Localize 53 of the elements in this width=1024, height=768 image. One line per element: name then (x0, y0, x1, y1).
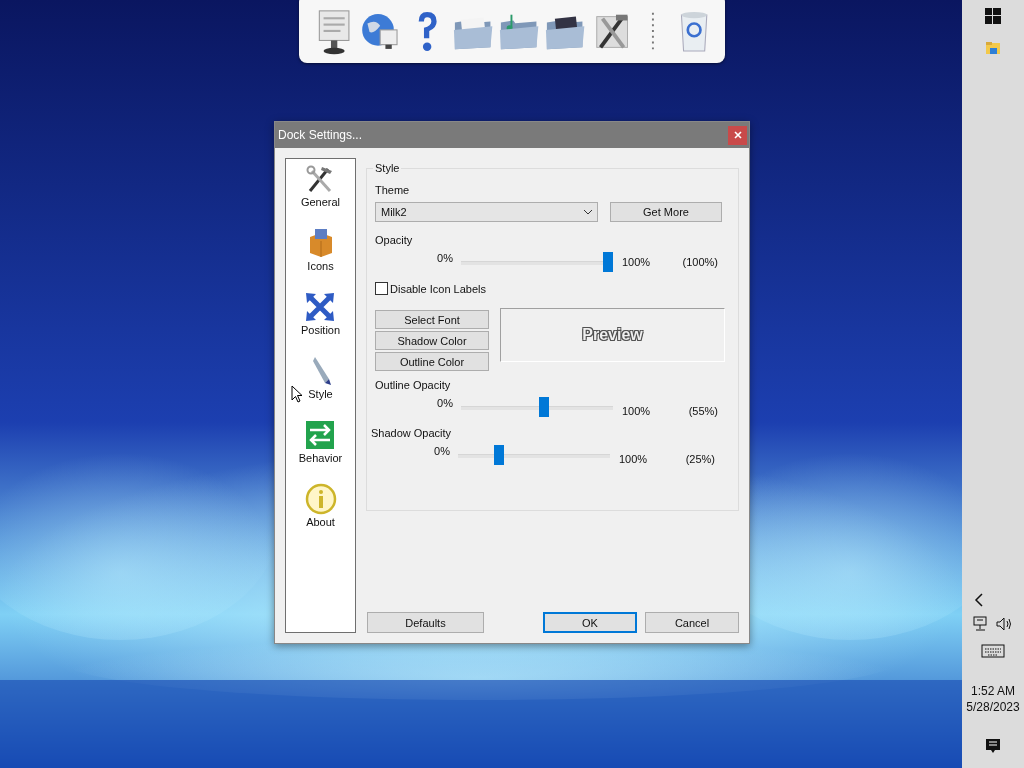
category-label[interactable]: Position (300, 324, 341, 336)
theme-label: Theme (375, 184, 411, 196)
checkbox-label: Disable Icon Labels (390, 282, 486, 295)
window-title: Dock Settings... (278, 128, 363, 142)
slider-max-label: 100% (619, 452, 649, 465)
clock-date[interactable]: 5/28/2023 (966, 700, 1020, 714)
keyboard-icon[interactable] (981, 644, 1005, 658)
opacity-slider[interactable] (461, 252, 613, 272)
font-option-button[interactable]: Shadow Color (375, 331, 489, 350)
category-label[interactable]: About (306, 516, 335, 528)
checkbox[interactable] (375, 282, 388, 295)
chevron-down-icon (583, 209, 593, 215)
speaker-icon[interactable] (995, 616, 1013, 632)
swap-arrows-icon[interactable] (304, 419, 337, 451)
info-icon[interactable] (304, 483, 337, 515)
slider-value: (25%) (684, 452, 715, 465)
dialog-button[interactable]: Cancel (645, 612, 739, 633)
slider-min-label: 0% (433, 444, 450, 457)
folder-icon[interactable] (985, 40, 1001, 56)
chevron-left-icon[interactable] (974, 593, 984, 607)
font-option-button[interactable]: Select Font (375, 310, 489, 329)
opacity-slider[interactable] (461, 397, 613, 417)
category-label[interactable]: Behavior (298, 452, 343, 464)
slider-max-label: 100% (622, 404, 652, 417)
font-option-button[interactable]: Outline Color (375, 352, 489, 371)
slider-thumb[interactable] (493, 445, 504, 465)
dialog-button[interactable]: Defaults (367, 612, 484, 633)
get-more-button[interactable]: Get More (610, 202, 722, 222)
slider-label: Outline Opacity (375, 379, 452, 391)
slider-thumb[interactable] (539, 397, 550, 417)
mouse-cursor-icon (290, 385, 303, 403)
slider-value: (100%) (681, 256, 718, 268)
theme-dropdown[interactable]: Milk2 (375, 202, 598, 222)
group-legend: Style (373, 162, 402, 174)
category-label[interactable]: General (300, 196, 341, 208)
slider-label: Opacity (375, 234, 414, 246)
slider-min-label: 0% (436, 251, 453, 264)
slider-thumb[interactable] (603, 252, 613, 272)
slider-value: (55%) (687, 404, 718, 417)
notification-icon[interactable] (985, 738, 1001, 754)
windows-logo-icon[interactable] (985, 8, 1001, 24)
close-button[interactable] (728, 125, 747, 145)
close-icon (733, 131, 742, 139)
dialog-button[interactable]: OK (543, 612, 637, 633)
clock-time[interactable]: 1:52 AM (971, 684, 1015, 698)
category-label[interactable]: Icons (307, 260, 334, 272)
slider-max-label: 100% (622, 256, 652, 268)
slider-label: Shadow Opacity (371, 427, 453, 439)
category-label[interactable]: Style (308, 388, 333, 400)
slider-min-label: 0% (436, 396, 453, 409)
opacity-slider[interactable] (458, 445, 610, 465)
preview-text: Preview (582, 326, 643, 344)
cross-arrows-icon[interactable] (304, 291, 337, 323)
